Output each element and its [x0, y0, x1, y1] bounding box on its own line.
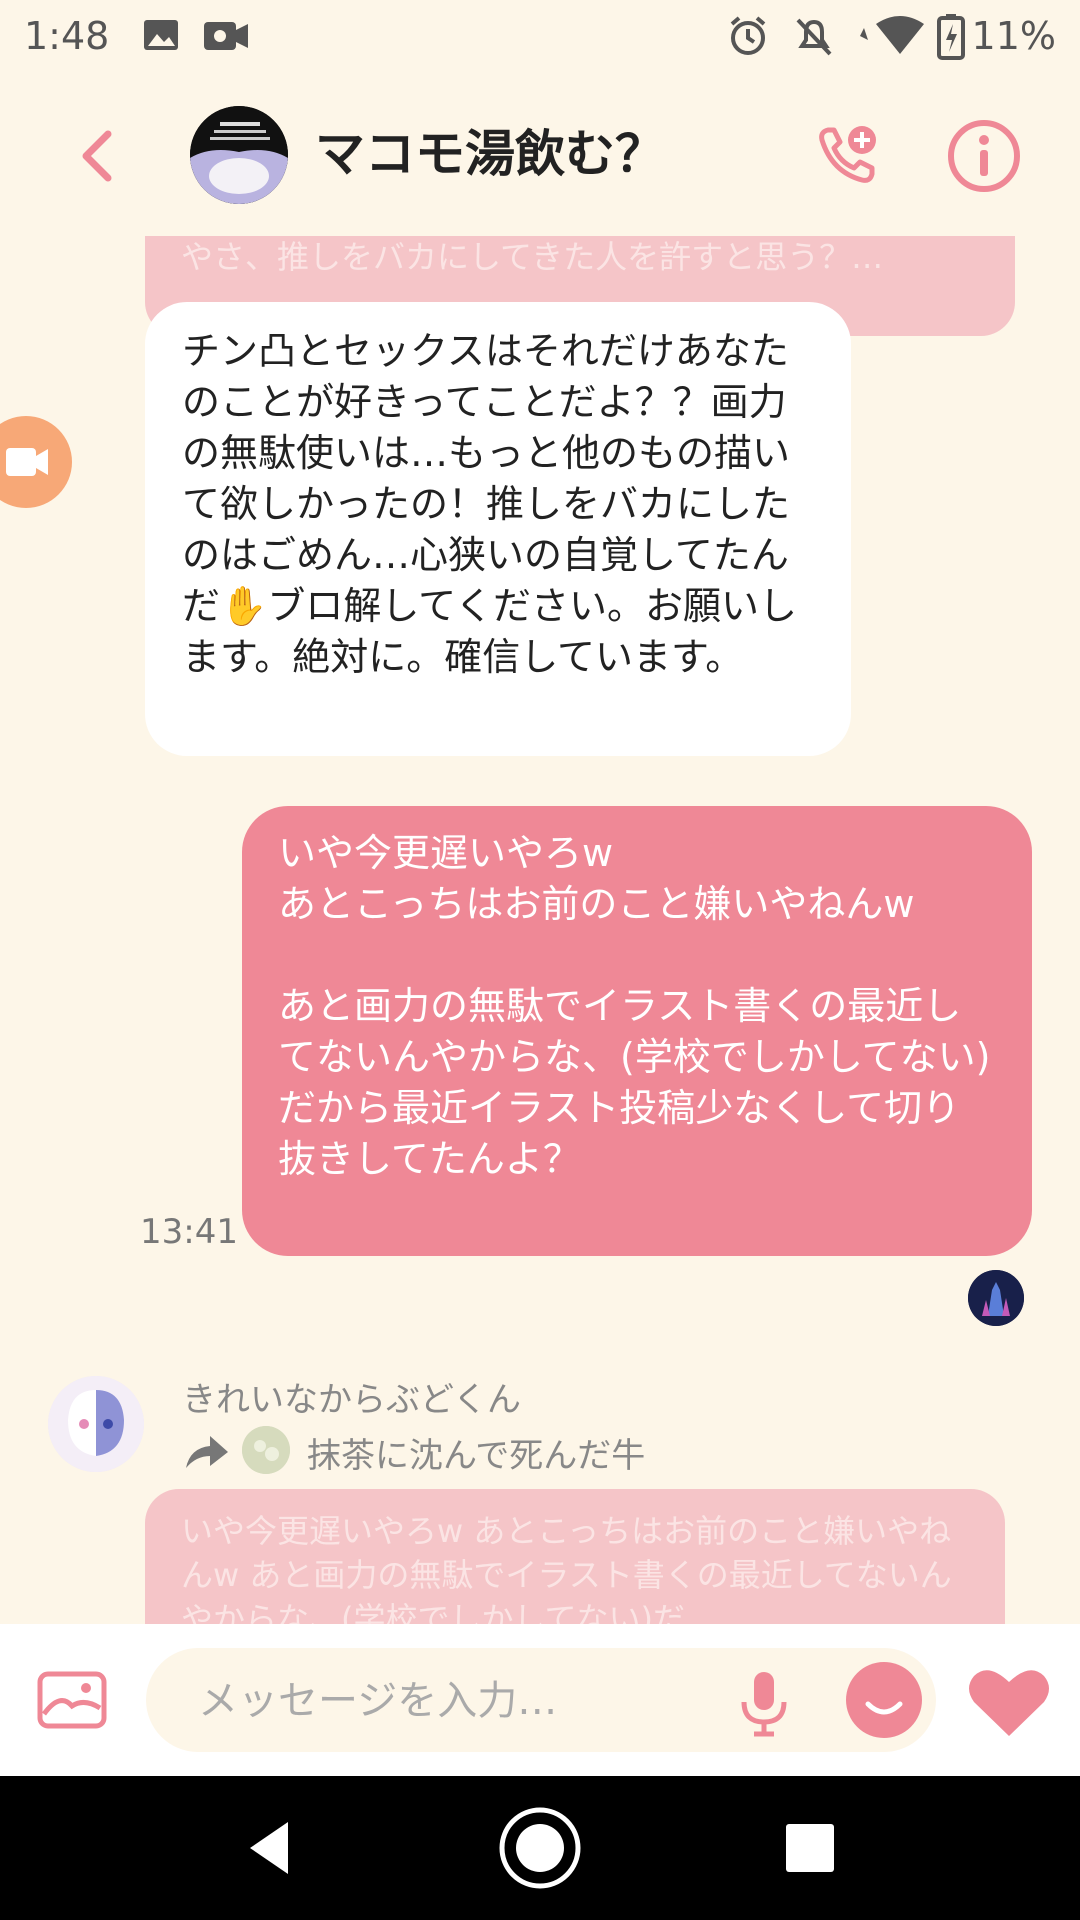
- outgoing-message-bubble[interactable]: いや今更遅いやろw あとこっちはお前のこと嫌いやねんw あと画力の無駄でイラスト…: [242, 806, 1032, 1256]
- status-time: 1:48: [24, 14, 110, 58]
- forwarded-message-bubble[interactable]: いや今更遅いやろw あとこっちはお前のこと嫌いやねんw あと画力の無駄でイラスト…: [145, 1489, 1005, 1624]
- message-list[interactable]: やさ、推しをバカにしてきた人を許すと思う？… チン凸とセックスはそれだけあなたの…: [0, 236, 1080, 1624]
- add-call-icon[interactable]: [810, 120, 882, 192]
- info-icon[interactable]: [946, 118, 1022, 194]
- battery-percent: 11%: [971, 14, 1056, 58]
- read-receipt-avatar: [968, 1270, 1024, 1326]
- alarm-icon: [730, 16, 766, 55]
- forwarded-from-name: 抹茶に沈んで死んだ牛: [307, 1436, 646, 1476]
- nav-back-icon[interactable]: [240, 1816, 304, 1880]
- forwarded-message-text: いや今更遅いやろw あとこっちはお前のこと嫌いやねんw あと画力の無駄でイラスト…: [181, 1512, 952, 1624]
- chat-avatar[interactable]: [190, 106, 288, 204]
- heart-icon[interactable]: [966, 1666, 1052, 1738]
- video-call-fab[interactable]: [0, 416, 72, 508]
- incoming-message-text: チン凸とセックスはそれだけあなたのことが好きってことだよ？？画力の無駄使いは…も…: [182, 329, 798, 679]
- back-chevron-icon[interactable]: [70, 126, 130, 186]
- image-icon: [144, 20, 178, 50]
- image-picker-icon[interactable]: [36, 1670, 108, 1730]
- wifi-icon: [860, 16, 924, 54]
- sender-avatar[interactable]: [48, 1376, 144, 1472]
- chat-header: マコモ湯飲む？: [0, 76, 1080, 236]
- smiley-icon: [865, 1701, 903, 1715]
- battery-charging-icon: [937, 14, 965, 60]
- emoji-button[interactable]: [846, 1662, 922, 1738]
- message-timestamp: 13:41: [140, 1212, 238, 1252]
- video-camera-icon: [6, 448, 48, 476]
- forwarded-from-avatar: [242, 1426, 290, 1474]
- status-bar: 1:48 11%: [0, 0, 1080, 76]
- message-input[interactable]: [196, 1648, 680, 1754]
- chat-title[interactable]: マコモ湯飲む？: [315, 114, 665, 186]
- message-input-pill: [146, 1648, 936, 1754]
- nav-recents-icon[interactable]: [786, 1824, 834, 1872]
- incoming-message-bubble[interactable]: チン凸とセックスはそれだけあなたのことが好きってことだよ？？画力の無駄使いは…も…: [145, 302, 851, 756]
- system-nav-bar: [0, 1776, 1080, 1920]
- input-bar: [0, 1624, 1080, 1776]
- quoted-reply-text: やさ、推しをバカにしてきた人を許すと思う？…: [181, 238, 884, 276]
- forward-arrow-icon: [186, 1436, 228, 1468]
- outgoing-message-text: いや今更遅いやろw あとこっちはお前のこと嫌いやねんw あと画力の無駄でイラスト…: [278, 831, 991, 1181]
- video-icon: [204, 22, 248, 50]
- nav-home-icon[interactable]: [498, 1806, 582, 1890]
- microphone-icon[interactable]: [734, 1668, 794, 1738]
- sender-name: きれいなからぶどくん: [182, 1380, 521, 1420]
- notifications-off-icon: [796, 18, 832, 56]
